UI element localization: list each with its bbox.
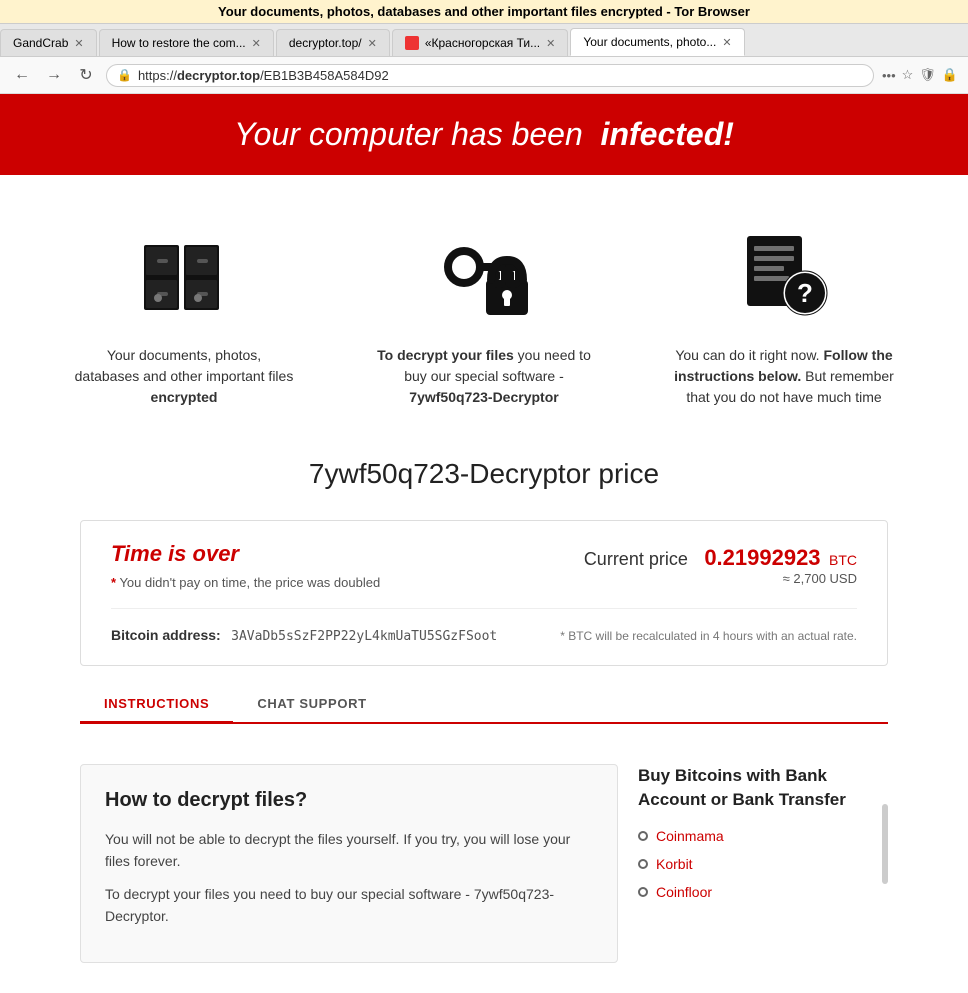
tab-close-icon[interactable]: ✕ [722,36,731,49]
korbit-link[interactable]: Korbit [656,856,693,872]
icons-section: Your documents, photos, databases and ot… [0,175,968,428]
url-box[interactable]: 🔒 https://decryptor.top/EB1B3B458A584D92 [106,64,874,87]
browser-tab-1[interactable]: GandCrab ✕ [0,29,97,56]
refresh-button[interactable]: ↻ [74,63,98,87]
price-right: Current price 0.21992923 BTC ≈ 2,700 USD [584,545,857,586]
document-question-icon: ? [734,225,834,325]
coinmama-link[interactable]: Coinmama [656,828,724,844]
how-to-title: How to decrypt files? [105,789,593,812]
url-display: https://decryptor.top/EB1B3B458A584D92 [138,68,389,83]
bitcoin-addr-right: * BTC will be recalculated in 4 hours wi… [560,627,857,645]
list-item: Coinfloor [638,884,878,900]
banner-prefix: Your computer has been [234,116,583,152]
browser-tab-2[interactable]: How to restore the com... ✕ [99,29,274,56]
price-title: 7ywf50q723-Decryptor price [80,458,888,490]
shield-icon: 🛡 [919,67,936,83]
bitcoin-address-value: 3AVaDb5sSzF2PP22yL4kmUaTU5SGzFSoot [231,629,497,644]
bookmark-icon[interactable]: ☆ [902,67,914,83]
banner-highlight: infected! [601,116,734,152]
lock-icon: 🔒 [942,67,958,83]
btc-label: BTC [829,552,857,568]
instructions-text: You can do it right now. Follow the inst… [674,345,894,408]
instructions-area: How to decrypt files? You will not be ab… [0,744,968,983]
current-price-label: Current price [584,549,688,569]
bitcoin-addr-left: Bitcoin address: 3AVaDb5sSzF2PP22yL4kmUa… [111,627,497,645]
secure-icon: 🔒 [117,68,132,82]
list-item: Coinmama [638,828,878,844]
time-over-label: Time is over [111,541,380,567]
bullet-icon [638,887,648,897]
how-to-para1: You will not be able to decrypt the file… [105,828,593,873]
address-bar-actions: ••• ☆ 🛡 🔒 [882,67,958,83]
browser-tab-3[interactable]: decryptor.top/ ✕ [276,29,390,56]
bullet-icon [638,859,648,869]
encrypted-files-block: Your documents, photos, databases and ot… [74,225,294,408]
key-lock-icon [434,225,534,325]
tab-chat-support[interactable]: CHAT SUPPORT [233,686,390,722]
tab-label: Your documents, photo... [583,35,716,49]
list-item: Korbit [638,856,878,872]
decrypt-text: To decrypt your files you need to buy ou… [374,345,594,408]
browser-tab-4[interactable]: «Красногорская Ти... ✕ [392,29,569,56]
bitcoin-address-label: Bitcoin address: [111,627,221,643]
content-tabs: INSTRUCTIONS CHAT SUPPORT [80,686,888,724]
instructions-block: ? You can do it right now. Follow the in… [674,225,894,408]
how-to-para2: To decrypt your files you need to buy ou… [105,883,593,928]
scrollbar[interactable] [882,804,888,884]
price-row: Time is over * You didn't pay on time, t… [111,541,857,590]
tab-close-icon[interactable]: ✕ [74,37,83,50]
price-left: Time is over * You didn't pay on time, t… [111,541,380,590]
tab-bar: GandCrab ✕ How to restore the com... ✕ d… [0,24,968,57]
tab-close-icon[interactable]: ✕ [252,37,261,50]
tab-instructions[interactable]: INSTRUCTIONS [80,686,233,724]
url-path: /EB1B3B458A584D92 [260,68,389,83]
buy-btc-title: Buy Bitcoins with Bank Account or Bank T… [638,764,878,812]
more-options-icon[interactable]: ••• [882,68,896,83]
forward-button[interactable]: → [42,63,66,87]
favicon-icon [405,36,419,50]
files-icon [134,225,234,325]
files-text: Your documents, photos, databases and ot… [74,345,294,408]
tab-label: «Красногорская Ти... [425,36,540,50]
price-box: Time is over * You didn't pay on time, t… [80,520,888,666]
usd-approx: ≈ 2,700 USD [584,571,857,586]
address-bar: ← → ↻ 🔒 https://decryptor.top/EB1B3B458A… [0,57,968,94]
url-domain: decryptor.top [177,68,260,83]
tab-close-icon[interactable]: ✕ [546,37,555,50]
bullet-icon [638,831,648,841]
tab-label: decryptor.top/ [289,36,362,50]
current-price-value: 0.21992923 [704,545,820,570]
price-section: 7ywf50q723-Decryptor price Time is over … [0,428,968,744]
asterisk: * [111,575,116,590]
price-note-content: You didn't pay on time, the price was do… [119,575,380,590]
price-note: * You didn't pay on time, the price was … [111,575,380,590]
buy-btc-box: Buy Bitcoins with Bank Account or Bank T… [638,764,878,963]
recalc-note: * BTC will be recalculated in 4 hours wi… [560,629,857,643]
page-content: Your computer has been infected! [0,94,968,983]
browser-notification: Your documents, photos, databases and ot… [0,0,968,24]
decrypt-block: To decrypt your files you need to buy ou… [374,225,594,408]
infected-banner: Your computer has been infected! [0,94,968,175]
how-to-box: How to decrypt files? You will not be ab… [80,764,618,963]
tab-label: How to restore the com... [112,36,246,50]
svg-text:?: ? [797,278,813,308]
coinfloor-link[interactable]: Coinfloor [656,884,712,900]
bitcoin-address-row: Bitcoin address: 3AVaDb5sSzF2PP22yL4kmUa… [111,608,857,645]
url-protocol: https:// [138,68,177,83]
tab-close-icon[interactable]: ✕ [368,37,377,50]
tab-label: GandCrab [13,36,68,50]
browser-tab-5[interactable]: Your documents, photo... ✕ [570,28,744,56]
back-button[interactable]: ← [10,63,34,87]
buy-btc-list: Coinmama Korbit Coinfloor [638,828,878,900]
